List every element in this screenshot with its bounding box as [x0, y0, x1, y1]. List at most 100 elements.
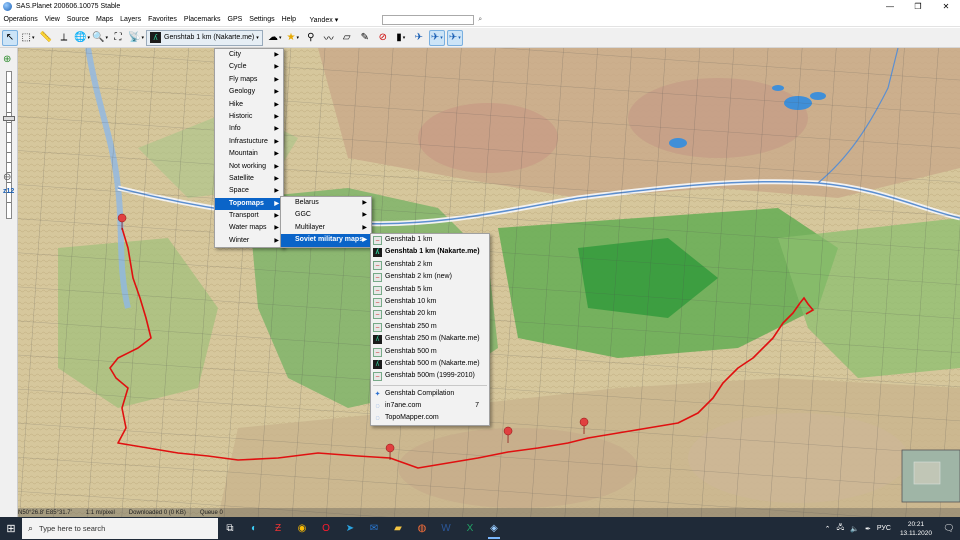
map-item-in7ane-com[interactable]: ◌ in7ane.com 7: [371, 400, 489, 412]
menu-placemarks[interactable]: Placemarks: [180, 13, 224, 27]
menu-settings[interactable]: Settings: [246, 13, 278, 27]
map-item-genshtab-500-m[interactable]: ~ Genshtab 500 m: [371, 346, 489, 358]
map-item-genshtab-250-m[interactable]: ~ Genshtab 250 m: [371, 321, 489, 333]
network-icon[interactable]: 🖧: [837, 523, 845, 534]
firefox-icon[interactable]: ◍: [410, 517, 434, 540]
map-item-genshtab-500m-1999-2010[interactable]: ~ Genshtab 500m (1999-2010): [371, 370, 489, 382]
menu-operations[interactable]: Operations: [0, 13, 41, 27]
map-item-genshtab-1-km-nakarte-me[interactable]: ʎ Genshtab 1 km (Nakarte.me): [371, 246, 489, 258]
polygon-tool-icon[interactable]: ▱: [339, 30, 355, 46]
map-item-genshtab-500-m-nakarte-me[interactable]: ʎ Genshtab 500 m (Nakarte.me): [371, 358, 489, 370]
edge-browser-icon[interactable]: ◐: [242, 517, 266, 540]
pointer-tool-button[interactable]: ↖: [2, 29, 18, 46]
chevron-up-icon[interactable]: ⌃: [825, 525, 831, 533]
search-input[interactable]: [382, 14, 475, 25]
placemark-pin-icon[interactable]: ⚲: [303, 30, 319, 46]
submenu-item-ggc[interactable]: GGC ▶: [281, 209, 371, 221]
submenu-item-soviet-military-maps[interactable]: Soviet military maps ▶: [281, 234, 371, 247]
map-item-genshtab-1-km[interactable]: ~ Genshtab 1 km: [371, 234, 489, 246]
telegram-icon[interactable]: ➤: [338, 517, 362, 540]
menu-item-mountain[interactable]: Mountain ▶: [215, 148, 283, 160]
task-view-icon[interactable]: ⧉: [218, 517, 242, 540]
submenu-item-belarus[interactable]: Belarus ▶: [281, 197, 371, 209]
menu-source[interactable]: Source: [63, 13, 92, 27]
menu-item-info[interactable]: Info ▶: [215, 123, 283, 135]
menu-item-fly-maps[interactable]: Fly maps ▶: [215, 74, 283, 86]
menu-item-cycle[interactable]: Cycle ▶: [215, 61, 283, 73]
no-entry-icon[interactable]: ⊘: [375, 30, 391, 46]
zoom-tool-button[interactable]: 🔍 ▾: [92, 30, 108, 46]
menu-item-not-working[interactable]: Not working ▶: [215, 161, 283, 173]
globe-view-button[interactable]: 🌐 ▾: [74, 30, 90, 46]
map-item-genshtab-2-km-new[interactable]: ~ Genshtab 2 km (new): [371, 271, 489, 283]
search-icon[interactable]: ⌕: [478, 16, 482, 24]
map-item-genshtab-5-km[interactable]: ~ Genshtab 5 km: [371, 284, 489, 296]
outlook-icon[interactable]: ✉: [362, 517, 386, 540]
map-item-genshtab-10-km[interactable]: ~ Genshtab 10 km: [371, 296, 489, 308]
menu-item-city[interactable]: City ▶: [215, 49, 283, 61]
layers-button[interactable]: ☁ ▾: [267, 30, 283, 46]
file-explorer-icon[interactable]: ▰: [386, 517, 410, 540]
fullscreen-button[interactable]: ⛶: [110, 30, 126, 46]
satellite-dish-icon[interactable]: 📡 ▾: [128, 30, 144, 46]
map-item-genshtab-compilation[interactable]: ✦ Genshtab Compilation: [371, 388, 489, 400]
submenu-item-multilayer[interactable]: Multilayer ▶: [281, 222, 371, 234]
minimize-button[interactable]: —: [876, 0, 904, 13]
favorites-star-icon[interactable]: ★ ▾: [285, 30, 301, 46]
chrome-icon[interactable]: ◉: [290, 517, 314, 540]
submenu-arrow-icon: ▶: [274, 163, 279, 170]
map-item-topomapper-com[interactable]: ◌ TopoMapper.com: [371, 412, 489, 424]
edit-placemark-icon[interactable]: ✎: [357, 30, 373, 46]
menu-view[interactable]: View: [41, 13, 63, 27]
language-indicator[interactable]: РУС: [877, 525, 891, 532]
menu-gps[interactable]: GPS: [224, 13, 246, 27]
search-engine-select[interactable]: Yandex ▾: [306, 15, 343, 25]
word-icon[interactable]: W: [434, 517, 458, 540]
windows-start-icon[interactable]: ⊞: [0, 517, 22, 540]
pen-icon[interactable]: ✒: [865, 525, 871, 533]
excel-icon[interactable]: X: [458, 517, 482, 540]
menu-layers[interactable]: Layers: [117, 13, 145, 27]
maximize-button[interactable]: ❐: [904, 0, 932, 13]
selection-tool-button[interactable]: ⬚ ▾: [20, 30, 36, 46]
zoom-out-icon[interactable]: ⊖: [3, 172, 11, 183]
zoom-slider-thumb[interactable]: [3, 116, 15, 121]
ruler-icon[interactable]: 📏: [38, 30, 54, 46]
menu-item-geology[interactable]: Geology ▶: [215, 86, 283, 98]
gps-track-icon[interactable]: ✈ ▾: [428, 29, 445, 46]
menu-item-historic[interactable]: Historic ▶: [215, 111, 283, 123]
menu-item-transport[interactable]: Transport ▶: [215, 210, 283, 222]
menu-item-water-maps[interactable]: Water maps ▶: [215, 222, 283, 234]
map-item-genshtab-20-km[interactable]: ~ Genshtab 20 km: [371, 308, 489, 320]
genshtab-icon: ~: [373, 273, 382, 283]
menu-item-hike[interactable]: Hike ▶: [215, 99, 283, 111]
filezilla-icon[interactable]: Ƶ: [266, 517, 290, 540]
opera-icon[interactable]: O: [314, 517, 338, 540]
menu-item-space[interactable]: Space ▶: [215, 185, 283, 197]
menu-item-label: Space: [229, 187, 249, 195]
menu-item-topomaps[interactable]: Topomaps ▶: [215, 197, 283, 211]
panel-toggle-icon[interactable]: ▮ ▾: [393, 30, 409, 46]
clock[interactable]: 20:21 13.11.2020: [900, 520, 932, 538]
path-tool-icon[interactable]: 〰: [321, 30, 337, 46]
sasplanet-taskbar-icon[interactable]: ◈: [482, 517, 506, 540]
menu-item-satellite[interactable]: Satellite ▶: [215, 173, 283, 185]
zoom-slider[interactable]: [6, 71, 12, 219]
gps-icon[interactable]: ✈: [411, 30, 427, 46]
notifications-icon[interactable]: 🗨: [941, 523, 957, 534]
menu-item-infrastucture[interactable]: Infrastucture ▶: [215, 136, 283, 148]
map-item-genshtab-2-km[interactable]: ~ Genshtab 2 km: [371, 259, 489, 271]
taskbar-search[interactable]: ⌕ Type here to search: [22, 518, 218, 539]
menu-favorites[interactable]: Favorites: [145, 13, 181, 27]
map-item-genshtab-250-m-nakarte-me[interactable]: ʎ Genshtab 250 m (Nakarte.me): [371, 333, 489, 345]
zoom-in-icon[interactable]: ⊕: [3, 54, 11, 65]
menu-help[interactable]: Help: [278, 13, 299, 27]
current-map-selector[interactable]: ʎ Genshtab 1 km (Nakarte.me) ▾: [146, 29, 263, 46]
close-button[interactable]: ✕: [932, 0, 960, 13]
gps-center-icon[interactable]: ✈ ▾: [446, 29, 463, 46]
menu-maps[interactable]: Maps: [92, 13, 116, 27]
genshtab-icon: ~: [373, 322, 382, 332]
compass-icon[interactable]: ⟂: [56, 30, 72, 46]
volume-icon[interactable]: 🔈: [850, 525, 859, 533]
menu-item-winter[interactable]: Winter ▶: [215, 235, 283, 247]
